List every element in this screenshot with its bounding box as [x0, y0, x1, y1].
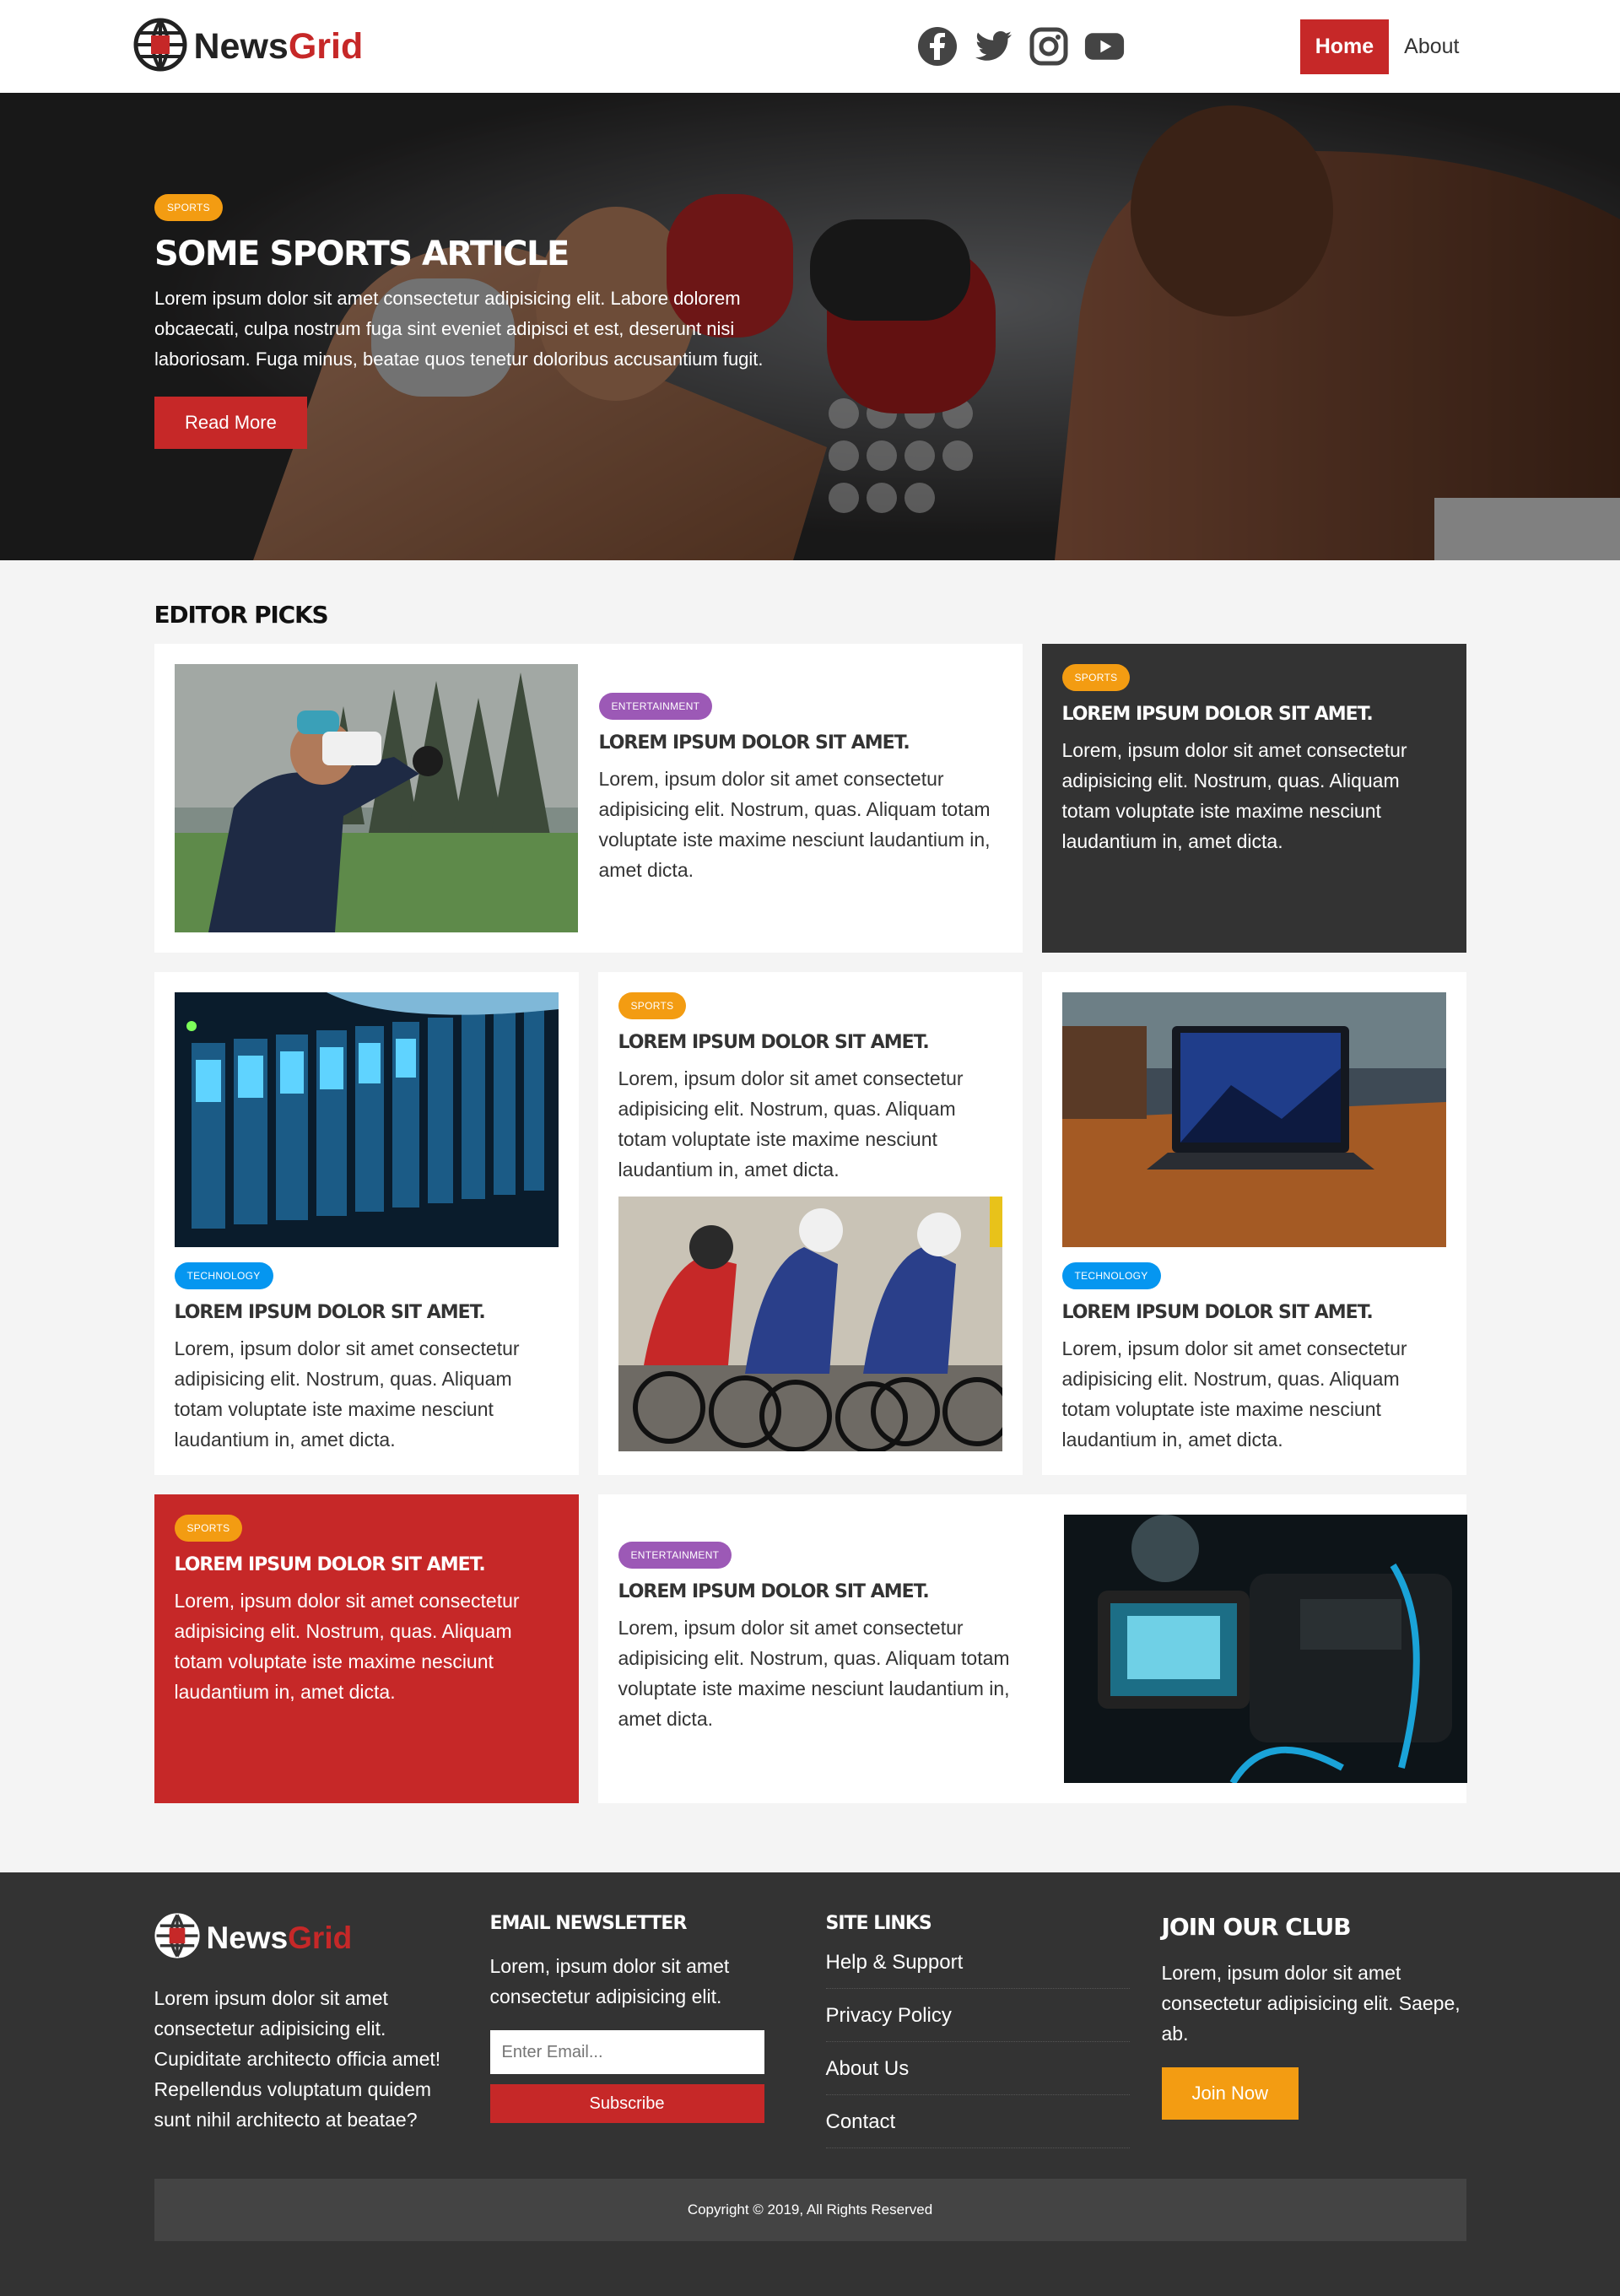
laptop-image — [1061, 992, 1446, 1247]
club-title: Join Our Club — [1161, 1913, 1352, 1941]
facebook-icon[interactable] — [917, 26, 958, 67]
newsletter-title: Email Newsletter — [489, 1913, 688, 1934]
card-text: Lorem, ipsum dolor sit amet consectetur … — [174, 1337, 520, 1451]
join-now-button[interactable]: Join Now — [1161, 2067, 1299, 2120]
server-rack-image — [174, 992, 559, 1247]
footer-link-contact[interactable]: Contact — [825, 2095, 1130, 2148]
card-title[interactable]: Lorem ipsum dolor sit amet. — [618, 1032, 1002, 1053]
article-grid: Entertainment Lorem ipsum dolor sit amet… — [154, 644, 1467, 1803]
social-links — [917, 26, 1125, 67]
card-title[interactable]: Lorem ipsum dolor sit amet. — [175, 1302, 559, 1323]
category-badge[interactable]: Technology — [1061, 1262, 1161, 1289]
site-logo[interactable]: NewsGrid — [133, 18, 364, 76]
video-camera-image — [1063, 1515, 1467, 1783]
article-card[interactable]: Technology Lorem ipsum dolor sit amet. L… — [154, 972, 579, 1475]
footer-about-text: Lorem ipsum dolor sit amet consectetur a… — [154, 1987, 441, 2131]
article-card[interactable]: Technology Lorem ipsum dolor sit amet. L… — [1041, 972, 1466, 1475]
card-title[interactable]: Lorem ipsum dolor sit amet. — [599, 732, 1002, 754]
section-title: Editor Picks — [154, 601, 329, 629]
instagram-icon[interactable] — [1029, 26, 1069, 67]
newsletter-text: Lorem, ipsum dolor sit amet consectetur … — [489, 1955, 730, 2007]
footer-link-about[interactable]: About Us — [825, 2042, 1130, 2095]
logo-text-accent: Grid — [288, 1920, 353, 1955]
copyright-text: Copyright © 2019, All Rights Reserved — [687, 2201, 933, 2218]
category-badge[interactable]: Technology — [174, 1262, 273, 1289]
vr-headset-image — [174, 664, 578, 932]
footer-site-links: Site Links Help & Support Privacy Policy… — [825, 1913, 1130, 2148]
article-card[interactable]: Sports Lorem ipsum dolor sit amet. Lorem… — [1041, 644, 1466, 953]
nav-home-link[interactable]: Home — [1299, 19, 1390, 74]
hero-text: Lorem ipsum dolor sit amet consectetur a… — [154, 288, 764, 370]
logo-text: NewsGrid — [194, 26, 364, 68]
subscribe-button[interactable]: Subscribe — [489, 2084, 764, 2123]
category-badge[interactable]: Sports — [1061, 664, 1131, 691]
nav-about-link[interactable]: About — [1389, 19, 1474, 74]
twitter-icon[interactable] — [973, 26, 1013, 67]
card-body: Entertainment Lorem ipsum dolor sit amet… — [618, 1515, 1043, 1783]
logo-text: NewsGrid — [207, 1921, 353, 1956]
email-field[interactable] — [489, 2030, 764, 2074]
site-footer: NewsGrid Lorem ipsum dolor sit amet cons… — [0, 1872, 1620, 2296]
footer-about: NewsGrid Lorem ipsum dolor sit amet cons… — [154, 1913, 458, 2148]
hero-showcase: Sports Some Sports Article Lorem ipsum d… — [0, 93, 1620, 560]
card-text: Lorem, ipsum dolor sit amet consectetur … — [618, 1067, 964, 1180]
card-text: Lorem, ipsum dolor sit amet consectetur … — [1061, 739, 1407, 852]
card-title[interactable]: Lorem ipsum dolor sit amet. — [175, 1554, 559, 1575]
footer-link-help[interactable]: Help & Support — [825, 1951, 1130, 1989]
card-title[interactable]: Lorem ipsum dolor sit amet. — [618, 1581, 1043, 1602]
article-card[interactable]: Entertainment Lorem ipsum dolor sit amet… — [597, 1494, 1467, 1803]
hero-title: Some Sports Article — [154, 235, 570, 273]
card-title[interactable]: Lorem ipsum dolor sit amet. — [1062, 704, 1446, 725]
copyright-bar: Copyright © 2019, All Rights Reserved — [154, 2179, 1466, 2241]
globe-icon — [133, 18, 187, 76]
footer-link-privacy[interactable]: Privacy Policy — [825, 1989, 1130, 2042]
club-text: Lorem, ipsum dolor sit amet consectetur … — [1161, 1962, 1461, 2045]
card-title[interactable]: Lorem ipsum dolor sit amet. — [1062, 1302, 1446, 1323]
category-badge[interactable]: Sports — [154, 194, 223, 221]
site-links-title: Site Links — [825, 1913, 932, 1934]
hero-content: Sports Some Sports Article Lorem ipsum d… — [154, 194, 813, 449]
card-body: Entertainment Lorem ipsum dolor sit amet… — [598, 664, 1002, 932]
card-text: Lorem, ipsum dolor sit amet consectetur … — [174, 1590, 520, 1703]
category-badge[interactable]: Sports — [174, 1515, 243, 1542]
article-card[interactable]: Sports Lorem ipsum dolor sit amet. Lorem… — [154, 1494, 579, 1803]
youtube-icon[interactable] — [1084, 26, 1125, 67]
card-text: Lorem, ipsum dolor sit amet consectetur … — [598, 768, 991, 881]
card-text: Lorem, ipsum dolor sit amet consectetur … — [1061, 1337, 1407, 1451]
site-links-list: Help & Support Privacy Policy About Us C… — [825, 1951, 1130, 2148]
globe-icon — [154, 1913, 200, 1963]
category-badge[interactable]: Entertainment — [618, 1542, 732, 1569]
logo-text-main: News — [193, 25, 289, 67]
card-text: Lorem, ipsum dolor sit amet consectetur … — [618, 1617, 1010, 1730]
main-nav: Home About — [1299, 19, 1475, 74]
footer-logo[interactable]: NewsGrid — [154, 1913, 458, 1963]
cycling-race-image — [618, 1197, 1002, 1451]
editor-picks-section: Editor Picks — [154, 560, 1467, 1803]
footer-club: Join Our Club Lorem, ipsum dolor sit ame… — [1161, 1913, 1466, 2148]
footer-newsletter: Email Newsletter Lorem, ipsum dolor sit … — [489, 1913, 794, 2148]
logo-text-main: News — [206, 1920, 289, 1955]
article-card[interactable]: Entertainment Lorem ipsum dolor sit amet… — [154, 644, 1023, 953]
read-more-button[interactable]: Read More — [154, 397, 307, 449]
category-badge[interactable]: Sports — [618, 992, 687, 1019]
logo-text-accent: Grid — [288, 25, 364, 67]
category-badge[interactable]: Entertainment — [598, 693, 713, 720]
article-card[interactable]: Sports Lorem ipsum dolor sit amet. Lorem… — [597, 972, 1023, 1475]
navbar: NewsGrid Home About — [0, 0, 1620, 93]
